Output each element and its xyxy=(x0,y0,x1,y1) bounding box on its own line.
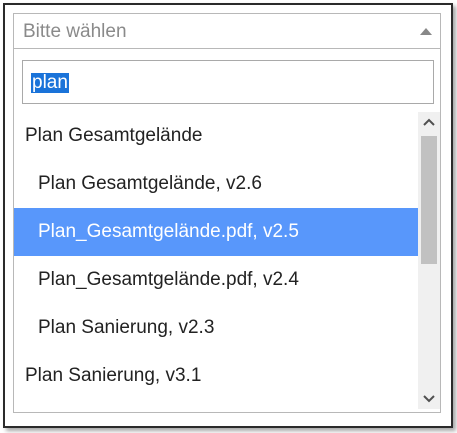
triangle-up-icon[interactable] xyxy=(420,28,432,35)
select-placeholder: Bitte wählen xyxy=(23,21,127,42)
option-item[interactable]: Plan Gesamtgelände, v2.6 xyxy=(14,160,418,208)
search-input-value: plan xyxy=(31,72,69,93)
scroll-down-icon[interactable] xyxy=(418,389,440,409)
select-widget-frame: Bitte wählen plan Plan Gesamtgelände Pla… xyxy=(3,3,453,428)
option-item[interactable]: Plan_Gesamtgelände.pdf, v2.4 xyxy=(14,256,418,304)
option-item[interactable]: Plan Sanierung, v2.3 xyxy=(14,304,418,352)
scrollbar[interactable] xyxy=(418,112,440,409)
options-list: Plan Gesamtgelände Plan Gesamtgelände, v… xyxy=(14,112,418,408)
option-item-highlighted[interactable]: Plan_Gesamtgelände.pdf, v2.5 xyxy=(14,208,418,256)
scroll-up-icon[interactable] xyxy=(418,112,440,132)
dropdown-panel: plan Plan Gesamtgelände Plan Gesamtgelän… xyxy=(13,49,441,413)
option-group[interactable]: Plan Sanierung, v3.1 xyxy=(14,352,418,400)
scrollbar-thumb[interactable] xyxy=(421,136,437,264)
select-dropdown[interactable]: Bitte wählen xyxy=(13,13,441,49)
option-group[interactable]: Plan Gesamtgelände xyxy=(14,112,418,160)
search-input[interactable]: plan xyxy=(22,60,434,104)
